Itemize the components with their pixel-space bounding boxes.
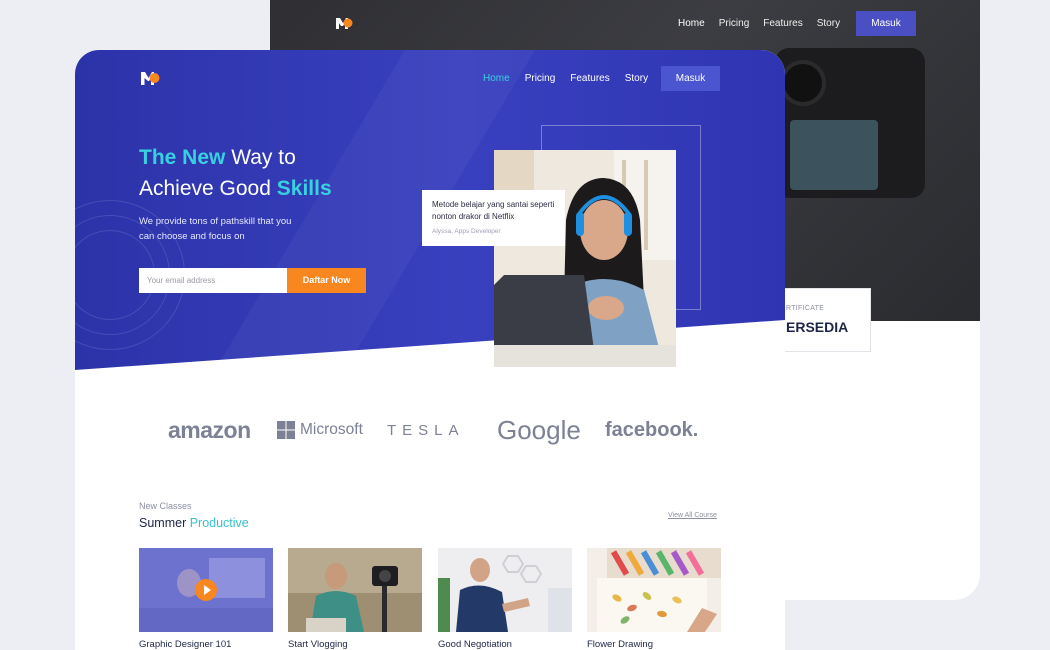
headline-text: Way to bbox=[225, 146, 296, 169]
partner-name: facebook. bbox=[605, 418, 699, 441]
partner-name: Google bbox=[497, 414, 581, 445]
course-title[interactable]: Flower Drawing bbox=[587, 639, 653, 650]
back-nav-links: Home Pricing Features Story bbox=[678, 18, 854, 29]
back-logo-icon bbox=[336, 18, 353, 29]
partner-name: TESLA bbox=[387, 421, 465, 439]
back-nav-features[interactable]: Features bbox=[763, 18, 802, 29]
partner-logos: amazon Microsoft TESLA Google facebook. bbox=[75, 410, 785, 450]
nav-item-pricing[interactable]: Pricing bbox=[525, 73, 556, 84]
camera-screen bbox=[790, 120, 878, 190]
testimonial-quote: Metode belajar yang santai seperti nonto… bbox=[432, 200, 555, 221]
course-title[interactable]: Good Negotiation bbox=[438, 639, 512, 650]
section-label: New Classes bbox=[139, 501, 192, 511]
section-title-plain: Summer bbox=[139, 516, 190, 530]
masuk-button[interactable]: Masuk bbox=[661, 66, 720, 91]
daftar-now-button[interactable]: Daftar Now bbox=[287, 268, 366, 293]
certificate-label: RTIFICATE bbox=[786, 305, 825, 312]
partner-logo-google: Google bbox=[497, 410, 581, 450]
headline-text: Achieve Good bbox=[139, 177, 277, 200]
brand-logo-icon[interactable] bbox=[140, 70, 160, 86]
headline-highlight-skills: Skills bbox=[276, 177, 332, 200]
partner-logo-tesla: TESLA bbox=[387, 410, 465, 450]
testimonial-card: Metode belajar yang santai seperti nonto… bbox=[422, 190, 565, 246]
testimonial-author: Alyssa, Apps Developer bbox=[432, 228, 501, 235]
nav-item-home[interactable]: Home bbox=[483, 73, 510, 84]
play-icon[interactable] bbox=[195, 579, 217, 601]
partner-name: Microsoft bbox=[300, 421, 363, 438]
back-nav-home[interactable]: Home bbox=[678, 18, 705, 29]
hero-headline: The New Way to Achieve Good Skills bbox=[139, 142, 332, 204]
course-thumbnail-negotiation[interactable] bbox=[438, 548, 572, 632]
main-nav: Home Pricing Features Story bbox=[483, 73, 663, 84]
back-masuk-button[interactable]: Masuk bbox=[856, 11, 916, 36]
hero-subtext: We provide tons of pathskill that you ca… bbox=[139, 216, 292, 242]
section-title: Summer Productive bbox=[139, 516, 249, 530]
course-thumbnail-graphic-designer[interactable] bbox=[139, 548, 273, 632]
camera-lens bbox=[780, 60, 826, 106]
course-thumbnail-flower-drawing[interactable] bbox=[587, 548, 721, 632]
back-navbar: Home Pricing Features Story Masuk bbox=[270, 0, 980, 48]
back-nav-story[interactable]: Story bbox=[817, 18, 840, 29]
view-all-course-link[interactable]: View All Course bbox=[668, 512, 717, 519]
email-input[interactable] bbox=[139, 268, 287, 293]
course-title[interactable]: Graphic Designer 101 bbox=[139, 639, 231, 650]
landing-page: Home Pricing Features Story Masuk The Ne… bbox=[75, 50, 785, 650]
microsoft-grid-icon bbox=[277, 421, 295, 439]
nav-item-story[interactable]: Story bbox=[625, 73, 648, 84]
partner-logo-facebook: facebook. bbox=[605, 410, 698, 450]
partner-name: amazon bbox=[168, 416, 251, 443]
partner-logo-amazon: amazon bbox=[168, 410, 251, 450]
partner-logo-microsoft: Microsoft bbox=[277, 410, 363, 450]
nav-item-features[interactable]: Features bbox=[570, 73, 609, 84]
course-thumbnail-vlogging[interactable] bbox=[288, 548, 422, 632]
back-nav-pricing[interactable]: Pricing bbox=[719, 18, 750, 29]
student-photo bbox=[494, 150, 676, 367]
headline-highlight-new: The New bbox=[139, 146, 226, 169]
course-title[interactable]: Start Vlogging bbox=[288, 639, 348, 650]
section-title-highlight: Productive bbox=[189, 516, 249, 530]
certificate-status: ERSEDIA bbox=[786, 319, 849, 335]
